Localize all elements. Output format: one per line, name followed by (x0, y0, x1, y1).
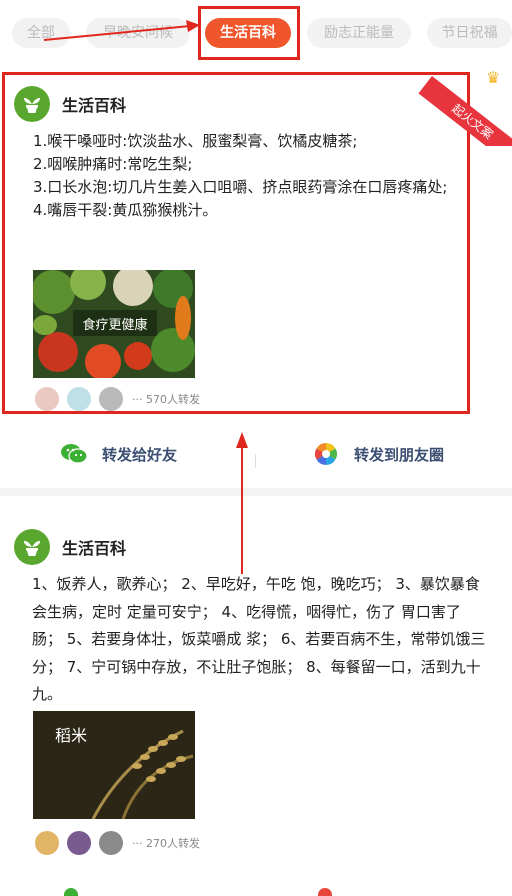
annotation-arrow-tab (43, 20, 200, 41)
share-count: ··· 270人转发 (132, 837, 200, 850)
card-header: 生活百科 (14, 529, 126, 565)
content-card-2[interactable]: 生活百科 1、饭养人，歌养心； 2、早吃好，午吃 饱，晚吃巧； 3、暴饮暴食会生… (0, 505, 512, 895)
next-forward-bar-partial (0, 882, 512, 896)
avatar (34, 830, 60, 856)
highlight-box-tab (198, 6, 300, 60)
card-text: 1、饭养人，歌养心； 2、早吃好，午吃 饱，晚吃巧； 3、暴饮暴食会生病，定时 … (32, 575, 486, 703)
forward-to-friend-button[interactable]: 转发给好友 (60, 442, 177, 466)
wechat-icon (61, 444, 88, 464)
avatar (98, 830, 124, 856)
forward-moments-label: 转发到朋友圈 (354, 445, 445, 464)
forward-friend-label: 转发给好友 (102, 445, 178, 464)
highlight-box-card (2, 72, 470, 414)
tab-motivation[interactable]: 励志正能量 (307, 18, 411, 48)
forward-to-moments-button[interactable]: 转发到朋友圈 (314, 442, 444, 466)
share-users-row: ··· 270人转发 (34, 830, 200, 856)
moments-aperture-icon (315, 443, 337, 465)
card-title: 生活百科 (62, 539, 127, 558)
image-caption: 稻米 (55, 726, 87, 745)
crown-icon: ♛ (486, 68, 501, 87)
tab-holiday-wishes[interactable]: 节日祝福 (427, 18, 512, 48)
rice-image[interactable]: 稻米 (33, 711, 195, 819)
plant-pot-icon (14, 529, 50, 565)
avatar (66, 830, 92, 856)
